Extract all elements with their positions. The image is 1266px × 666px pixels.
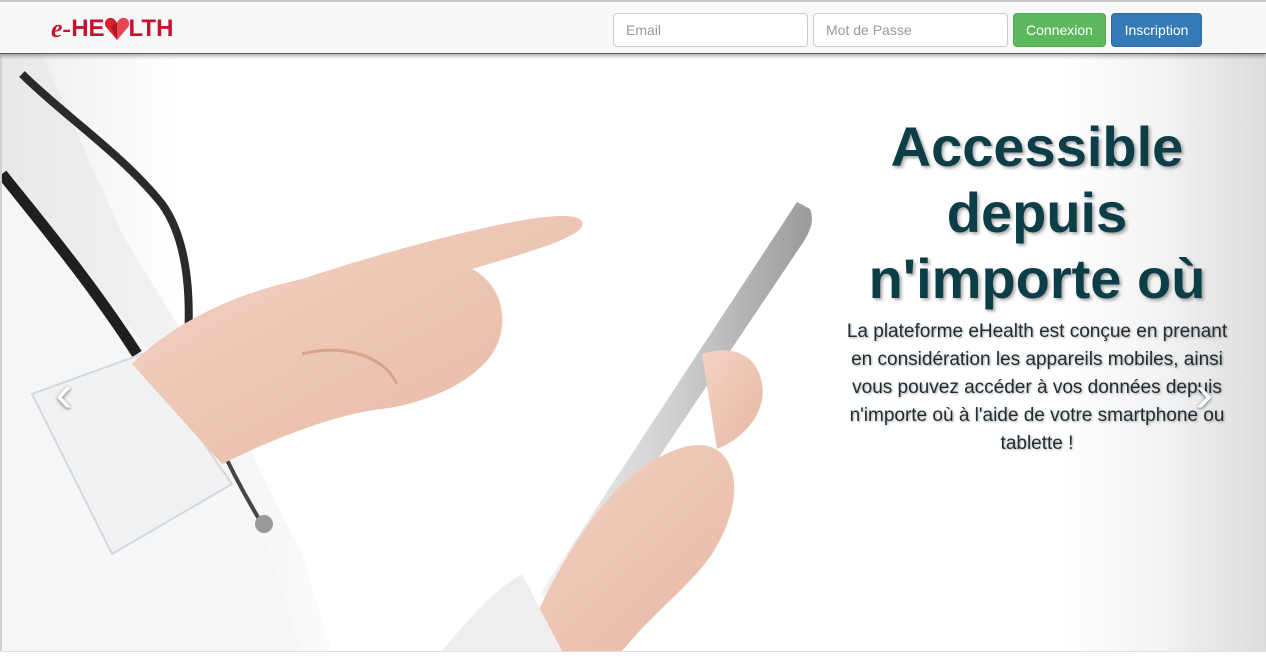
carousel-caption: Accessible depuis n'importe où La platef… xyxy=(842,114,1232,458)
login-button[interactable]: Connexion xyxy=(1013,13,1106,47)
top-navbar: e- HE LTH Connexion Inscription xyxy=(0,0,1266,54)
password-field[interactable] xyxy=(813,13,1008,47)
brand-part-2: LTH xyxy=(128,15,174,42)
chevron-right-icon: › xyxy=(1195,365,1213,423)
email-field[interactable] xyxy=(613,13,808,47)
hero-carousel: Accessible depuis n'importe où La platef… xyxy=(0,54,1266,651)
brand-part-1: HE xyxy=(71,15,105,42)
chevron-left-icon: ‹ xyxy=(55,365,73,423)
signup-button[interactable]: Inscription xyxy=(1111,13,1202,47)
carousel-next-button[interactable]: › xyxy=(1184,364,1224,424)
heart-icon xyxy=(104,17,129,40)
brand-logo[interactable]: e- HE LTH xyxy=(51,14,173,44)
brand-prefix: e- xyxy=(51,14,72,43)
page-bottom xyxy=(0,651,1266,666)
carousel-prev-button[interactable]: ‹ xyxy=(44,364,84,424)
hero-headline: Accessible depuis n'importe où xyxy=(868,115,1206,310)
hero-description: La plateforme eHealth est conçue en pren… xyxy=(846,321,1228,454)
